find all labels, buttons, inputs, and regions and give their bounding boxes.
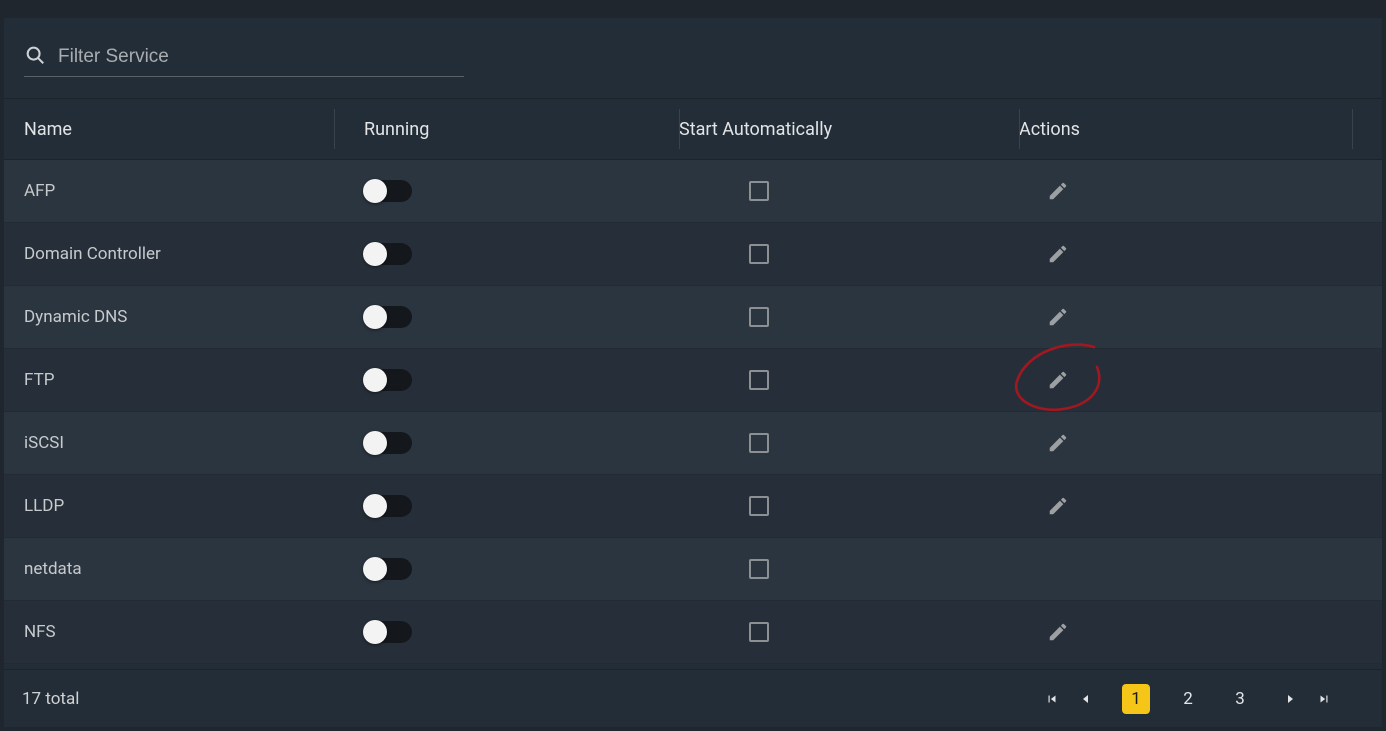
service-name: AFP xyxy=(4,181,334,201)
pager-prev-icon[interactable] xyxy=(1076,689,1096,709)
actions-cell xyxy=(1019,369,1382,391)
table-footer: 17 total 1 2 3 xyxy=(4,669,1382,727)
running-cell xyxy=(334,369,679,391)
service-row: netdata xyxy=(4,538,1382,601)
edit-icon[interactable] xyxy=(1047,369,1069,391)
auto-cell xyxy=(679,559,1019,579)
service-name: Dynamic DNS xyxy=(4,307,334,327)
service-row: LLDP xyxy=(4,475,1382,538)
auto-cell xyxy=(679,307,1019,327)
running-toggle[interactable] xyxy=(364,306,412,328)
actions-cell xyxy=(1019,621,1382,643)
auto-cell xyxy=(679,181,1019,201)
services-panel: Name Running Start Automatically Actions… xyxy=(4,18,1382,727)
running-toggle[interactable] xyxy=(364,243,412,265)
total-count: 17 total xyxy=(22,689,79,709)
running-toggle[interactable] xyxy=(364,180,412,202)
pager-next-icon[interactable] xyxy=(1280,689,1300,709)
running-cell xyxy=(334,432,679,454)
auto-start-checkbox[interactable] xyxy=(749,496,769,516)
auto-start-checkbox[interactable] xyxy=(749,559,769,579)
search-field[interactable] xyxy=(24,40,464,77)
col-actions: Actions xyxy=(1019,119,1382,140)
service-name: LLDP xyxy=(4,496,334,516)
edit-icon[interactable] xyxy=(1047,621,1069,643)
actions-cell xyxy=(1019,432,1382,454)
running-cell xyxy=(334,180,679,202)
service-name: NFS xyxy=(4,622,334,642)
service-name: FTP xyxy=(4,370,334,390)
edit-icon[interactable] xyxy=(1047,180,1069,202)
auto-cell xyxy=(679,370,1019,390)
auto-start-checkbox[interactable] xyxy=(749,307,769,327)
service-row: Domain Controller xyxy=(4,223,1382,286)
auto-start-checkbox[interactable] xyxy=(749,244,769,264)
col-name: Name xyxy=(4,119,334,140)
table-header: Name Running Start Automatically Actions xyxy=(4,98,1382,160)
search-icon xyxy=(24,44,46,70)
running-toggle[interactable] xyxy=(364,558,412,580)
pager: 1 2 3 xyxy=(1042,686,1334,712)
running-toggle[interactable] xyxy=(364,432,412,454)
pager-last-icon[interactable] xyxy=(1314,689,1334,709)
service-name: Domain Controller xyxy=(4,244,334,264)
edit-icon[interactable] xyxy=(1047,432,1069,454)
auto-start-checkbox[interactable] xyxy=(749,622,769,642)
running-cell xyxy=(334,558,679,580)
auto-start-checkbox[interactable] xyxy=(749,370,769,390)
service-row: AFP xyxy=(4,160,1382,223)
edit-icon[interactable] xyxy=(1047,306,1069,328)
auto-cell xyxy=(679,244,1019,264)
auto-cell xyxy=(679,496,1019,516)
actions-cell xyxy=(1019,495,1382,517)
pager-first-icon[interactable] xyxy=(1042,689,1062,709)
running-cell xyxy=(334,495,679,517)
col-auto: Start Automatically xyxy=(679,119,1019,140)
actions-cell xyxy=(1019,306,1382,328)
service-row: FTP xyxy=(4,349,1382,412)
running-toggle[interactable] xyxy=(364,621,412,643)
pager-page[interactable]: 2 xyxy=(1176,686,1200,712)
service-row: NFS xyxy=(4,601,1382,664)
edit-icon[interactable] xyxy=(1047,243,1069,265)
auto-cell xyxy=(679,433,1019,453)
auto-start-checkbox[interactable] xyxy=(749,181,769,201)
running-toggle[interactable] xyxy=(364,495,412,517)
auto-start-checkbox[interactable] xyxy=(749,433,769,453)
service-row: iSCSI xyxy=(4,412,1382,475)
pager-page[interactable]: 1 xyxy=(1124,686,1148,712)
running-cell xyxy=(334,243,679,265)
service-row: Dynamic DNS xyxy=(4,286,1382,349)
table-body[interactable]: AFP Domain Controller Dynamic DNS FTP iSCSI L… xyxy=(4,160,1382,669)
col-running: Running xyxy=(334,119,679,140)
edit-icon[interactable] xyxy=(1047,495,1069,517)
running-toggle[interactable] xyxy=(364,369,412,391)
actions-cell xyxy=(1019,180,1382,202)
auto-cell xyxy=(679,622,1019,642)
pager-page[interactable]: 3 xyxy=(1228,686,1252,712)
filter-input[interactable] xyxy=(58,40,464,74)
running-cell xyxy=(334,621,679,643)
filter-bar xyxy=(4,18,1382,98)
service-name: iSCSI xyxy=(4,433,334,453)
actions-cell xyxy=(1019,243,1382,265)
service-name: netdata xyxy=(4,559,334,579)
running-cell xyxy=(334,306,679,328)
